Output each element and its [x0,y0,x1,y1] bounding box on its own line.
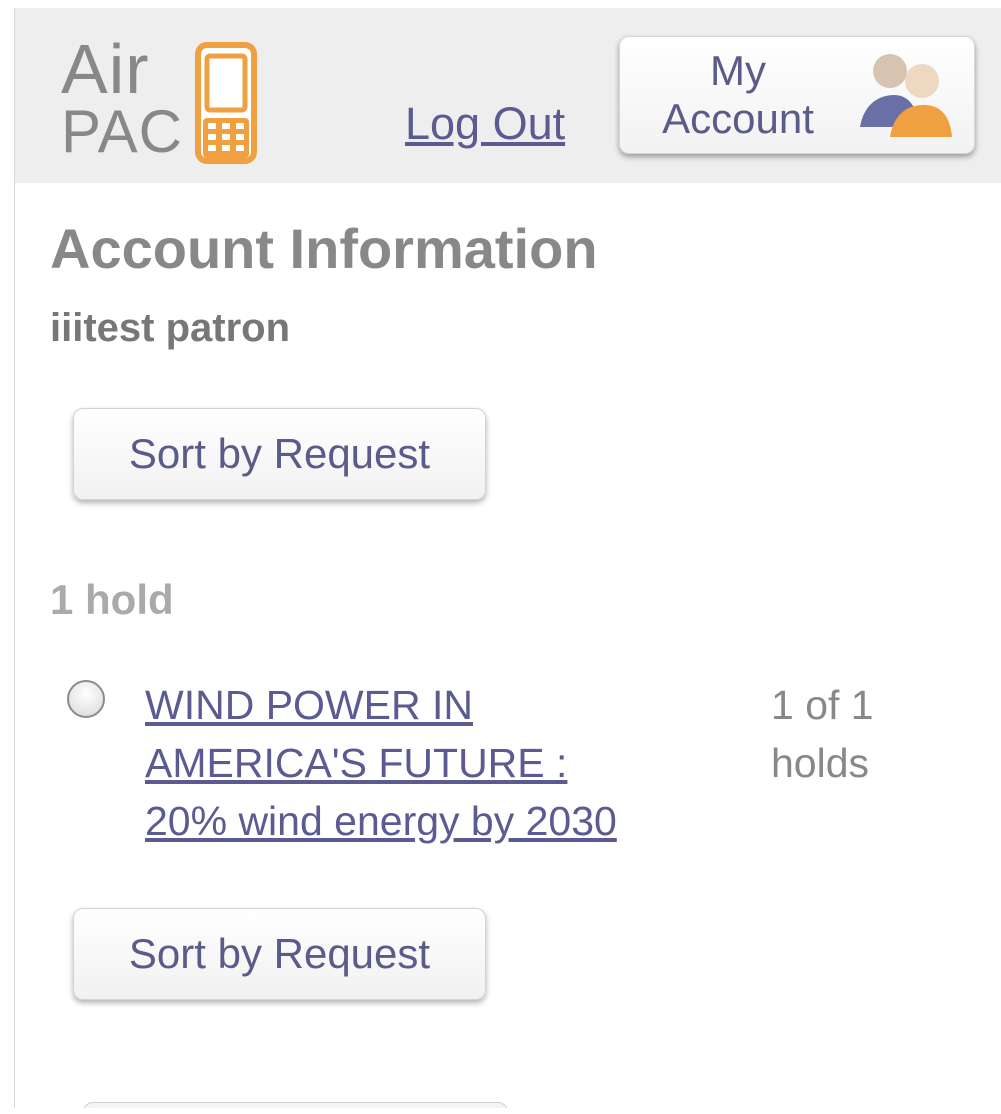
people-icon [860,54,952,137]
sort-by-request-button-bottom[interactable]: Sort by Request [73,908,486,1000]
logo-text-pac: PAC [61,98,183,165]
my-account-button[interactable]: My Account [619,36,975,154]
mobile-phone-icon [195,42,257,164]
my-account-label: My Account [662,47,814,142]
hold-queue-position: 1 of 1 holds [771,682,874,786]
page-title: Account Information [50,217,598,280]
sort-by-request-button-top[interactable]: Sort by Request [73,408,486,500]
logo-text-air: Air [61,30,150,108]
airpac-logo[interactable]: Air PAC [61,30,271,180]
partial-bottom-button[interactable] [83,1102,508,1108]
hold-count: 1 hold [50,576,174,623]
patron-name: iiitest patron [50,306,291,350]
app-frame: Air PAC Log Out My Account Account Infor… [14,8,1001,1108]
hold-select-checkbox[interactable] [67,680,105,718]
header-bar: Air PAC Log Out My Account [15,8,1001,183]
hold-title-link[interactable]: WIND POWER IN AMERICA'S FUTURE : 20% win… [145,676,745,850]
logout-link[interactable]: Log Out [405,98,565,150]
